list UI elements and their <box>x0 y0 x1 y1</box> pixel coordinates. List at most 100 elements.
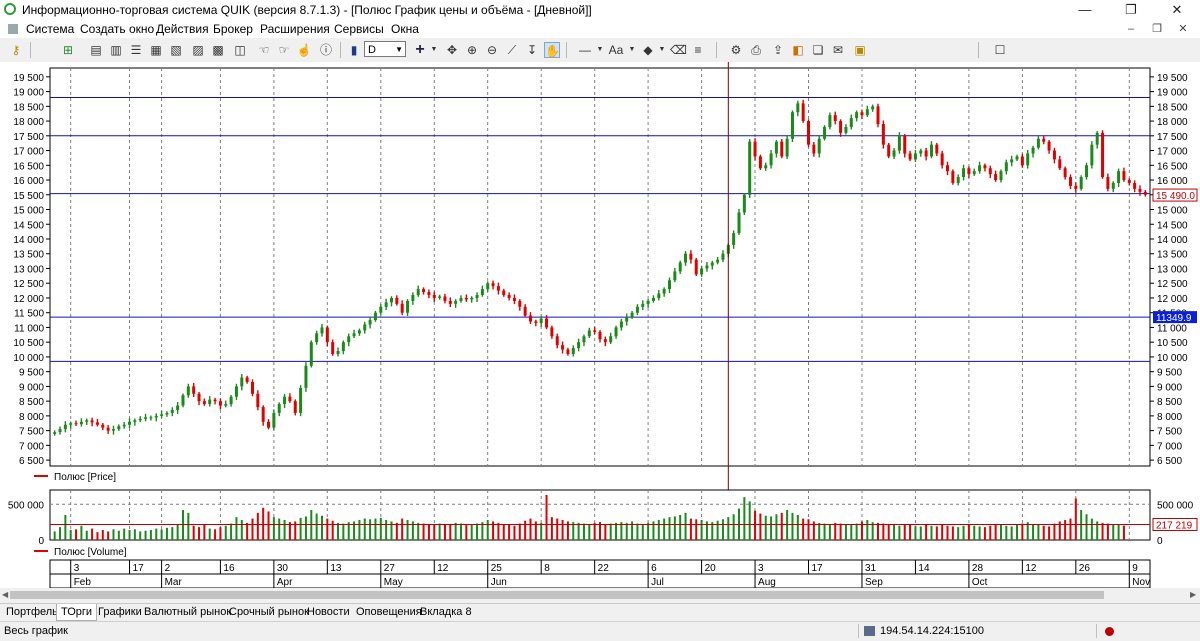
chart-window[interactable]: 6 500 7 000 7 500 8 000 8 500 9 000 9 500 10 00… <box>0 62 1200 602</box>
volume-bar <box>1048 526 1051 540</box>
chevron-down-icon[interactable]: ▼ <box>654 42 670 58</box>
volume-bar <box>673 516 676 540</box>
key-icon[interactable]: ⚷ <box>8 42 24 58</box>
candle-body <box>700 268 704 275</box>
horizontal-scrollbar[interactable]: ◀ ▶ <box>0 588 1200 602</box>
child-restore-button[interactable]: ❐ <box>1146 21 1168 37</box>
portfolio-icon[interactable]: ▧ <box>168 42 184 58</box>
volume-bar <box>609 523 612 540</box>
interval-select[interactable]: D ▼ <box>364 41 406 57</box>
zoom-in-icon[interactable]: ⊕ <box>464 42 480 58</box>
text-icon[interactable]: Aa <box>606 42 626 58</box>
menu-windows[interactable]: Окна <box>391 22 419 36</box>
template-icon[interactable]: ◧ <box>790 42 806 58</box>
print-icon[interactable]: ⎙ <box>748 42 764 58</box>
candle-body <box>801 103 805 122</box>
menu-services[interactable]: Сервисы <box>334 22 384 36</box>
settings-icon[interactable]: ⚙ <box>728 42 744 58</box>
tab-charts[interactable]: Графики <box>94 604 146 621</box>
copy-icon[interactable]: ❏ <box>810 42 826 58</box>
volume-bar <box>951 526 954 540</box>
price-volume-chart[interactable]: 6 500 7 000 7 500 8 000 8 500 9 000 9 500 10 00… <box>0 62 1200 588</box>
price-tick-label-left: 8 500 <box>19 397 44 408</box>
layers-icon[interactable]: ≡ <box>690 42 706 58</box>
tab-currency-market[interactable]: Валютный рынок <box>140 604 235 621</box>
hand-tool-icon[interactable]: ✋ <box>544 42 560 58</box>
export-icon[interactable]: ⇪ <box>770 42 786 58</box>
chevron-down-icon[interactable]: ▼ <box>426 42 442 58</box>
menu-actions[interactable]: Действия <box>156 22 209 36</box>
orders-icon[interactable]: ▦ <box>148 42 164 58</box>
candle-body <box>844 126 848 133</box>
candle-body <box>577 342 581 349</box>
tab-alerts[interactable]: Оповещения <box>352 604 426 621</box>
candle-body <box>144 417 148 419</box>
stop-order-icon[interactable]: ◫ <box>232 42 248 58</box>
candle-body <box>839 121 843 133</box>
candle-body <box>940 153 944 166</box>
child-close-button[interactable]: ✕ <box>1172 21 1194 37</box>
tab-8[interactable]: Вкладка 8 <box>416 604 476 621</box>
candle-body <box>807 121 811 145</box>
restore-button[interactable]: ❐ <box>1108 0 1154 20</box>
volume-bar <box>369 519 372 540</box>
scroll-left-icon[interactable]: ◀ <box>2 588 8 602</box>
hand-icon[interactable]: ☜ <box>256 42 272 58</box>
scrollbar-thumb[interactable] <box>10 591 1104 599</box>
child-minimize-button[interactable]: – <box>1120 21 1142 37</box>
scroll-right-icon[interactable]: ▶ <box>1190 588 1196 602</box>
minimize-button[interactable]: — <box>1062 0 1108 20</box>
candle-body <box>1015 156 1019 160</box>
chart-icon[interactable]: ▥ <box>108 42 124 58</box>
candle-body <box>764 165 768 169</box>
volume-bar <box>967 525 970 540</box>
candle-body <box>395 297 399 304</box>
status-separator <box>1096 624 1097 638</box>
candle-body <box>1122 171 1126 181</box>
zoom-out-icon[interactable]: ⊖ <box>484 42 500 58</box>
candle-body <box>331 342 335 354</box>
price-tick-label-left: 10 000 <box>13 353 44 364</box>
hand-icon-2[interactable]: ☞ <box>276 42 292 58</box>
menu-broker[interactable]: Брокер <box>213 22 253 36</box>
price-pane[interactable] <box>49 67 1151 467</box>
quotes-icon[interactable]: ▤ <box>88 42 104 58</box>
price-tick-label-right: 11 000 <box>1157 323 1187 334</box>
tab-portfolio[interactable]: Портфель <box>2 604 62 621</box>
ruler-icon[interactable]: ⟋ <box>504 42 520 58</box>
volume-bar <box>1101 522 1104 540</box>
mail-icon[interactable]: ✉ <box>830 42 846 58</box>
table-icon[interactable]: ☰ <box>128 42 144 58</box>
candle-body <box>1079 177 1083 189</box>
move-icon[interactable]: ✥ <box>444 42 460 58</box>
bar-chart-icon[interactable]: ▮ <box>346 42 362 58</box>
eraser-icon[interactable]: ⌫ <box>670 42 687 58</box>
volume-bar <box>192 525 195 540</box>
day-label: 3 <box>758 563 764 574</box>
candle-body <box>972 171 976 175</box>
pan-icon[interactable]: ↧ <box>524 42 540 58</box>
deals-icon[interactable]: ▨ <box>190 42 206 58</box>
new-window-icon[interactable]: ⊞ <box>60 42 76 58</box>
info-icon[interactable]: ⓘ <box>318 42 334 58</box>
candle-body <box>283 396 287 405</box>
volume-bar <box>877 522 880 540</box>
candle-body <box>1042 138 1046 142</box>
candle-body <box>464 297 468 300</box>
tab-news[interactable]: Новости <box>303 604 354 621</box>
chevron-down-icon[interactable]: ▼ <box>624 42 640 58</box>
menu-create-window[interactable]: Создать окно <box>80 22 154 36</box>
candle-body <box>368 320 372 325</box>
volume-bar <box>668 517 671 540</box>
menu-extensions[interactable]: Расширения <box>260 22 330 36</box>
message-icon[interactable]: ☐ <box>992 42 1008 58</box>
volume-bar <box>1016 525 1019 540</box>
menu-system[interactable]: Система <box>26 22 74 36</box>
tab-futures-market[interactable]: Срочный рынок <box>225 604 313 621</box>
hand-icon-3[interactable]: ☝ <box>296 42 312 58</box>
tab-trading[interactable]: ТОрги <box>56 604 98 621</box>
volume-bar <box>1117 525 1120 540</box>
report-icon[interactable]: ▣ <box>852 42 868 58</box>
transaction-icon[interactable]: ▩ <box>210 42 226 58</box>
close-button[interactable]: ✕ <box>1154 0 1200 20</box>
